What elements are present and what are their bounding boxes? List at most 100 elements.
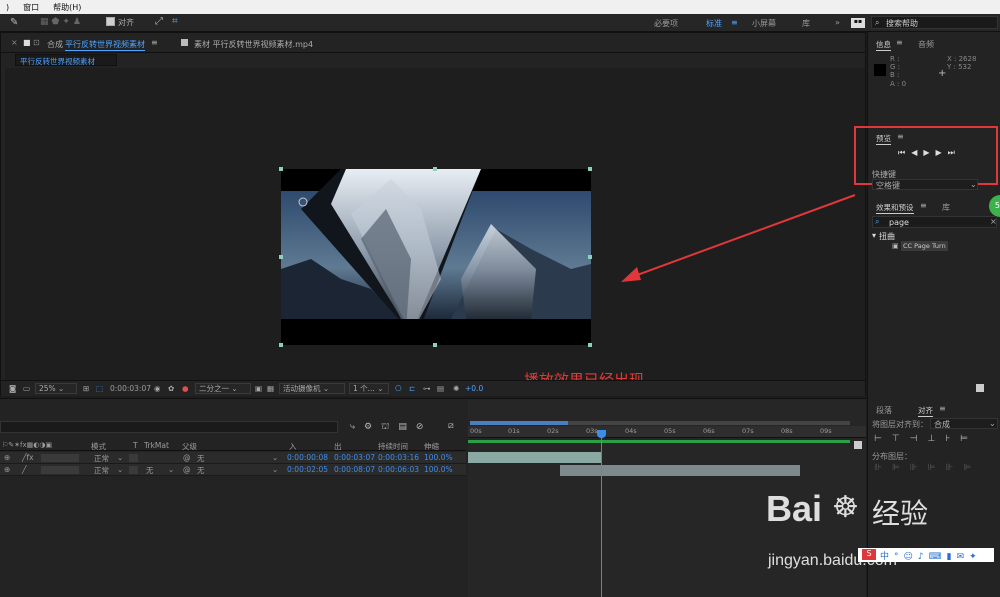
menu-window[interactable]: 窗口 (23, 2, 39, 13)
layer-fx-icon[interactable]: ╱fx (22, 453, 34, 462)
layer-in[interactable]: 0:00:00:08 (287, 453, 328, 462)
layer-1-bar[interactable] (468, 452, 601, 463)
audio-tab[interactable]: 音频 (918, 39, 934, 50)
workspace-more-icon[interactable]: » (835, 18, 840, 27)
fast-preview-icon[interactable]: ⎔ (395, 384, 402, 393)
shape-tools[interactable]: ▦⬟✦♟ (40, 17, 100, 28)
breadcrumb[interactable]: 平行反转世界视频素材 (15, 54, 117, 66)
layer-row[interactable]: ⊕ ╱fx 正常 ⌄ @ 无 ⌄ 0:00:00:08 0:00:03:07 0… (0, 452, 466, 464)
layer-t-box[interactable] (129, 466, 138, 474)
transform-handle[interactable] (279, 255, 283, 259)
transform-handle[interactable] (588, 255, 592, 259)
timeline-search-input[interactable] (0, 421, 338, 433)
lock-icon-2[interactable]: ⊡ (33, 38, 40, 47)
preview-menu-icon[interactable]: ≡ (897, 132, 904, 141)
transform-handle[interactable] (433, 343, 437, 347)
tab-menu-icon[interactable]: ≡ (151, 38, 158, 47)
transparency-grid-icon[interactable]: ▦ (267, 384, 274, 393)
effects-category[interactable]: 扭曲 (879, 231, 895, 242)
resolution-dropdown[interactable]: 二分之一 ⌄ (195, 383, 251, 394)
align-buttons[interactable]: ⊢⊤⊣⊥⊦⊨ (874, 434, 978, 444)
transform-handle[interactable] (279, 167, 283, 171)
notification-badge[interactable]: 53 (989, 195, 1000, 217)
parent-pickwhip-icon[interactable]: @ (183, 453, 191, 462)
align-menu-icon[interactable]: ≡ (939, 404, 946, 413)
layer-fx-icon[interactable]: ╱ (22, 465, 27, 474)
layer-lock-icon[interactable]: ⊕ (4, 465, 10, 474)
layer-stretch[interactable]: 100.0% (424, 465, 453, 474)
layer-duration[interactable]: 0:00:06:03 (378, 465, 419, 474)
workspace-standard[interactable]: 标准 (706, 18, 722, 29)
info-tab[interactable]: 信息 (876, 39, 891, 51)
help-search-box[interactable]: ⌕ 搜索帮助 (871, 16, 998, 29)
info-menu-icon[interactable]: ≡ (896, 38, 903, 47)
comp-tab-prefix[interactable]: 合成 (47, 39, 63, 50)
effects-tab[interactable]: 效果和预设 (876, 202, 914, 214)
effects-search-input[interactable]: ⌕ page × (872, 216, 997, 228)
workspace-essentials[interactable]: 必要项 (654, 18, 678, 29)
library-tab[interactable]: 库 (942, 202, 950, 213)
layer-icon[interactable]: ▤ (437, 384, 444, 393)
header-mode[interactable]: 模式 (91, 441, 106, 452)
play-icon[interactable]: ▶ (923, 148, 935, 157)
workspace-small-screen[interactable]: 小屏幕 (752, 18, 776, 29)
transform-handle[interactable] (433, 167, 437, 171)
distribute-buttons[interactable]: ⊪⊫⊪⊫⊪⊫ (874, 463, 981, 473)
prev-frame-icon[interactable]: ◀ (911, 148, 923, 157)
layer-switch-boxes[interactable] (41, 454, 79, 462)
header-t[interactable]: T (133, 441, 138, 450)
category-chevron-icon[interactable]: ▾ (872, 231, 876, 240)
layer-2-bar[interactable] (560, 465, 800, 476)
shortcut-dropdown[interactable]: 空格键 ⌄ (872, 179, 978, 190)
zoom-dropdown[interactable]: 25% ⌄ (35, 383, 77, 394)
layer-stretch[interactable]: 100.0% (424, 453, 453, 462)
layer-duration[interactable]: 0:00:03:16 (378, 453, 419, 462)
header-duration[interactable]: 持续时间 (378, 441, 408, 452)
graph-editor-icon[interactable]: ⧄ (448, 421, 454, 431)
workspace-menu-icon[interactable]: ≡ (731, 18, 738, 27)
layer-out[interactable]: 0:00:08:07 (334, 465, 375, 474)
layer-switch-boxes[interactable] (41, 466, 79, 474)
work-area-range[interactable] (470, 421, 568, 425)
transform-handle[interactable] (588, 343, 592, 347)
footage-tab[interactable]: 素材 平行反转世界视频素材.mp4 (194, 39, 313, 50)
layer-trkmat[interactable]: 无 (146, 465, 154, 476)
next-frame-icon[interactable]: ▶ (936, 148, 948, 157)
layer-t-box[interactable] (129, 454, 138, 462)
always-preview-icon[interactable]: ◙ (9, 384, 16, 393)
lock-icon[interactable]: ■ (23, 38, 31, 47)
views-dropdown[interactable]: 1 个... ⌄ (349, 383, 389, 394)
header-in[interactable]: 入 (289, 441, 297, 452)
comp-tab-name[interactable]: 平行反转世界视频素材 (65, 39, 145, 51)
layer-parent[interactable]: 无 (197, 465, 205, 476)
exposure-value[interactable]: +0.0 (465, 384, 483, 393)
layer-lock-icon[interactable]: ⊕ (4, 453, 10, 462)
close-tab-icon[interactable]: × (11, 38, 18, 47)
menu-edit-partial[interactable]: ) (6, 3, 9, 12)
align-grid-icon[interactable]: ⌗ (172, 16, 178, 27)
layer-row[interactable]: ⊕ ╱ 正常 ⌄ 无 ⌄ @ 无 ⌄ 0:00:02:05 0:00:08:07… (0, 464, 466, 476)
first-frame-icon[interactable]: ⏮ (898, 148, 911, 157)
snap-checkbox[interactable] (106, 17, 115, 26)
header-stretch[interactable]: 伸缩 (424, 441, 439, 452)
align-tab[interactable]: 对齐 (918, 405, 933, 417)
menu-help[interactable]: 帮助(H) (53, 2, 81, 13)
preview-tab[interactable]: 预览 (876, 133, 891, 145)
header-parent[interactable]: 父级 (182, 441, 197, 452)
expand-icon[interactable]: ⤢ (155, 16, 163, 27)
workspace-library[interactable]: 库 (802, 18, 810, 29)
last-frame-icon[interactable]: ⏭ (948, 148, 961, 157)
playhead-handle[interactable] (597, 430, 606, 438)
pin-tool-icon[interactable]: ✎ (10, 17, 18, 28)
show-snapshot-icon[interactable]: ✿ (168, 384, 174, 393)
monitor-icon[interactable]: ▭ (23, 384, 30, 393)
transform-handle[interactable] (588, 167, 592, 171)
layer-parent[interactable]: 无 (197, 453, 205, 464)
timeline-icon[interactable]: ⊏ (409, 384, 415, 393)
layer-in[interactable]: 0:00:02:05 (287, 465, 328, 474)
camera-dropdown[interactable]: 活动摄像机 ⌄ (279, 383, 345, 394)
sogou-icon[interactable]: S (862, 549, 876, 560)
display-icon[interactable]: ▪▪ (851, 18, 865, 28)
paragraph-tab[interactable]: 段落 (876, 405, 892, 416)
header-trkmat[interactable]: TrkMat (144, 441, 169, 450)
